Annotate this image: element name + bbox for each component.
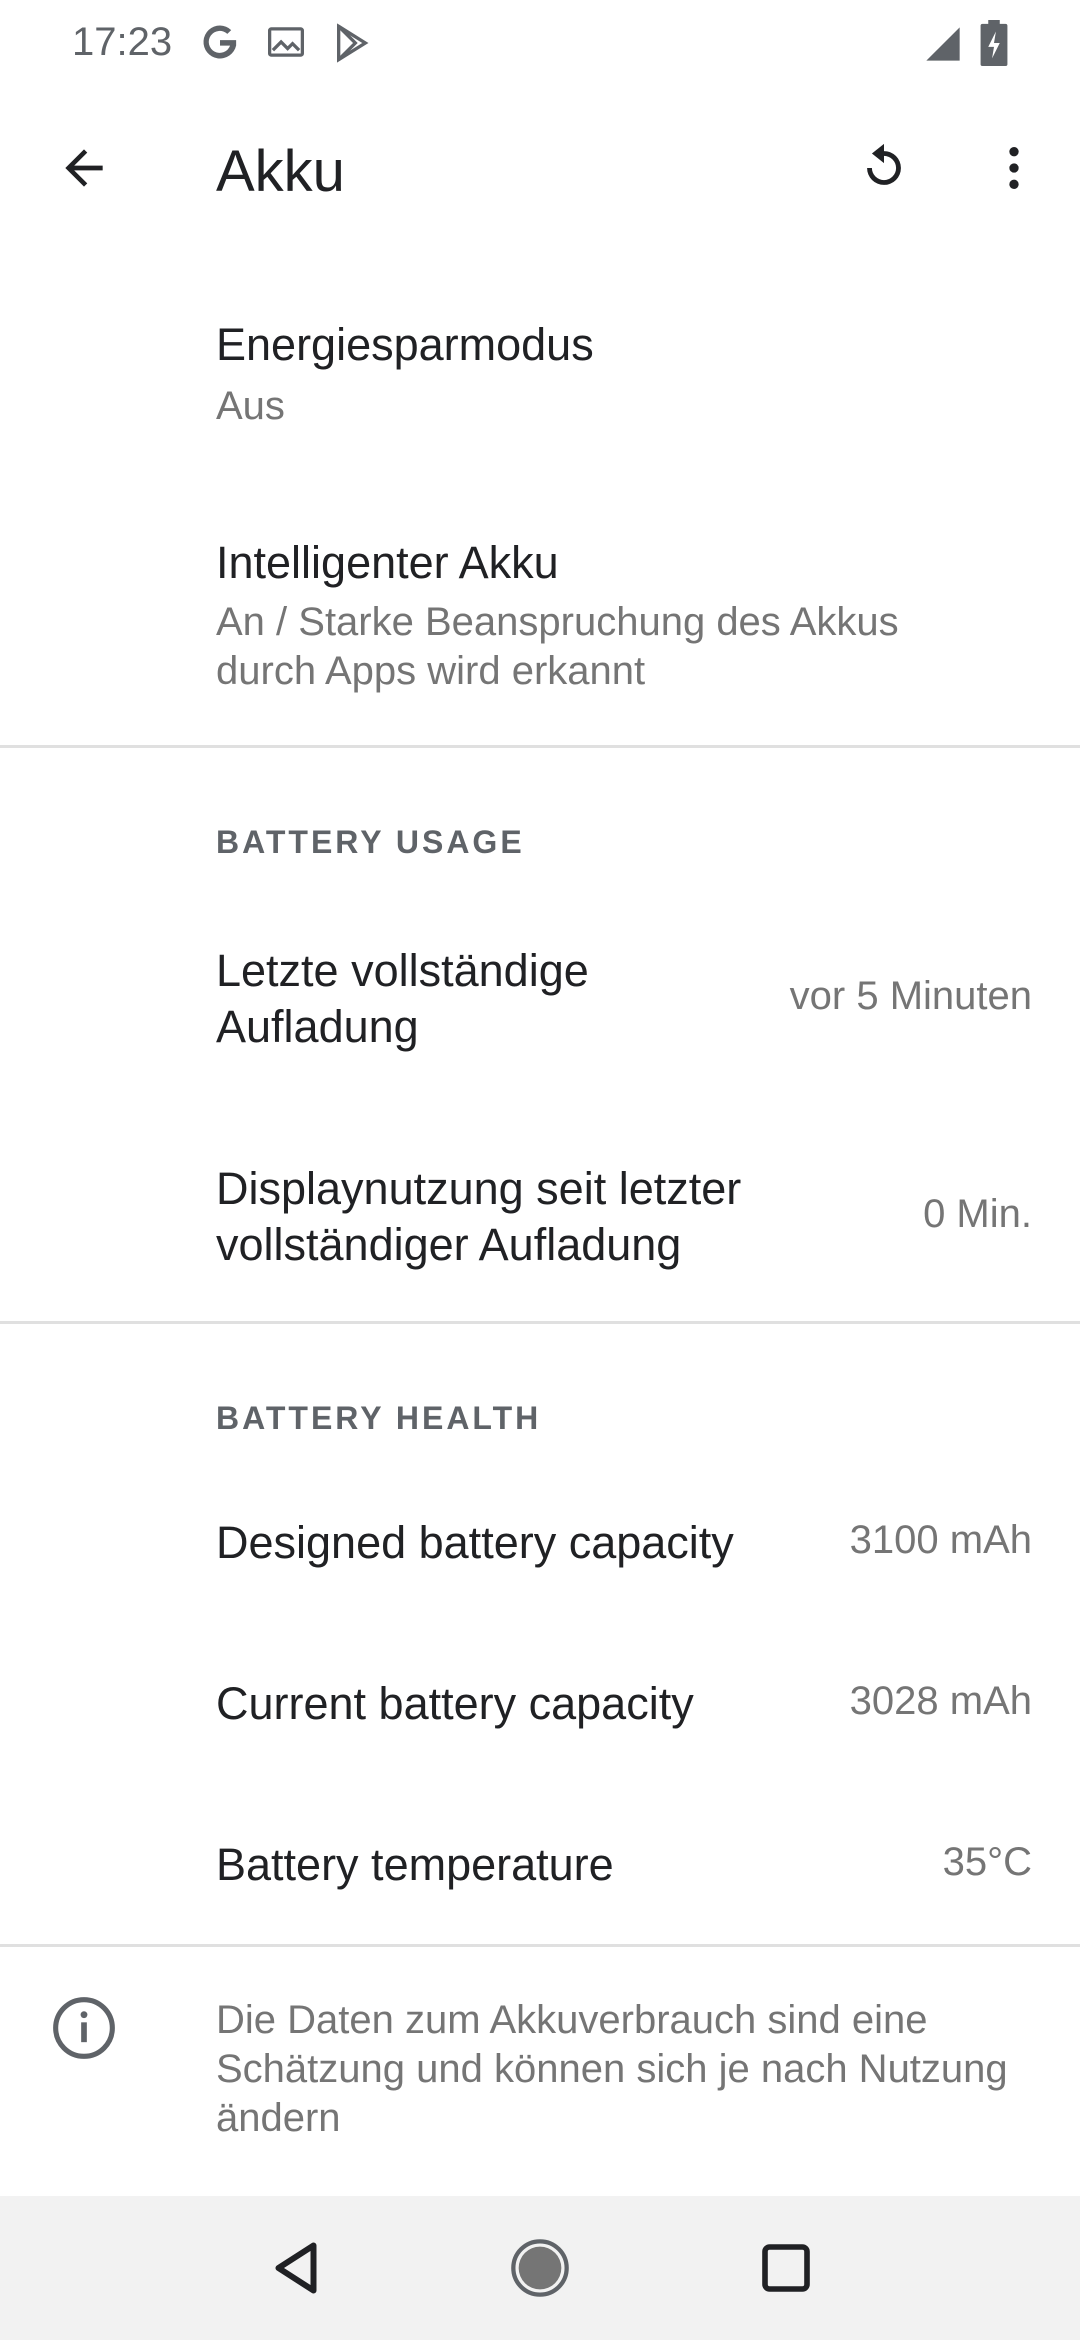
nav-home-icon: [511, 2239, 569, 2297]
page-title: Akku: [216, 139, 345, 204]
battery-health-header: BATTERY HEALTH: [216, 1400, 542, 1436]
arrow-back-icon: [65, 149, 103, 187]
battery-saver-summary: Aus: [216, 384, 285, 428]
designed-capacity-title: Designed battery capacity: [216, 1517, 734, 1568]
play-store-icon: [332, 22, 372, 69]
screen-usage-item[interactable]: Displaynutzung seit letzter vollständige…: [0, 1138, 1080, 1288]
status-time: 17:23: [72, 20, 173, 64]
last-full-charge-item[interactable]: Letzte vollständige Aufladung vor 5 Minu…: [0, 920, 1080, 1070]
nav-recents-button[interactable]: [734, 2216, 838, 2320]
battery-usage-header: BATTERY USAGE: [216, 824, 525, 860]
designed-capacity-item[interactable]: Designed battery capacity 3100 mAh: [0, 1490, 1080, 1600]
reset-button[interactable]: [840, 124, 928, 212]
divider: [0, 1944, 1080, 1947]
navigation-bar: [0, 2196, 1080, 2340]
more-options-button[interactable]: [970, 124, 1058, 212]
footer-text: Die Daten zum Akkuverbrauch sind eine Sc…: [216, 1998, 1008, 2140]
adaptive-battery-summary: An / Starke Beanspruchung des Akkus durc…: [216, 600, 899, 693]
current-capacity-value: 3028 mAh: [849, 1679, 1032, 1723]
battery-charging-icon: [980, 20, 1008, 71]
current-capacity-item[interactable]: Current battery capacity 3028 mAh: [0, 1651, 1080, 1761]
nav-recents-icon: [762, 2244, 810, 2292]
temperature-value: 35°C: [942, 1840, 1032, 1884]
signal-icon: [922, 24, 964, 69]
adaptive-battery-title: Intelligenter Akku: [216, 537, 559, 588]
designed-capacity-value: 3100 mAh: [849, 1518, 1032, 1562]
last-full-charge-title-line1: Letzte vollständige: [216, 945, 589, 996]
divider: [0, 1321, 1080, 1324]
status-bar: 17:23: [0, 0, 1080, 88]
screen-usage-title-line2: vollständiger Aufladung: [216, 1219, 682, 1270]
battery-saver-title: Energiesparmodus: [216, 319, 594, 370]
nav-back-button[interactable]: [244, 2216, 348, 2320]
last-full-charge-value: vor 5 Minuten: [789, 974, 1032, 1018]
temperature-item[interactable]: Battery temperature 35°C: [0, 1812, 1080, 1922]
info-icon: [50, 1994, 118, 2062]
screen-usage-title-line1: Displaynutzung seit letzter: [216, 1163, 742, 1214]
nav-home-button[interactable]: [488, 2216, 592, 2320]
reset-icon: [867, 143, 901, 185]
back-button[interactable]: [40, 124, 128, 212]
current-capacity-title: Current battery capacity: [216, 1678, 694, 1729]
nav-back-icon: [275, 2242, 317, 2294]
app-bar: Akku: [0, 88, 1080, 256]
temperature-title: Battery temperature: [216, 1839, 614, 1890]
divider: [0, 745, 1080, 748]
more-vert-icon: [1009, 147, 1019, 189]
battery-saver-item[interactable]: Energiesparmodus Aus: [0, 296, 1080, 476]
google-icon: [198, 20, 242, 69]
screen-usage-value: 0 Min.: [923, 1192, 1032, 1236]
image-icon: [266, 24, 306, 65]
adaptive-battery-item[interactable]: Intelligenter Akku An / Starke Beanspruc…: [0, 514, 1080, 734]
last-full-charge-title-line2: Aufladung: [216, 1001, 419, 1052]
